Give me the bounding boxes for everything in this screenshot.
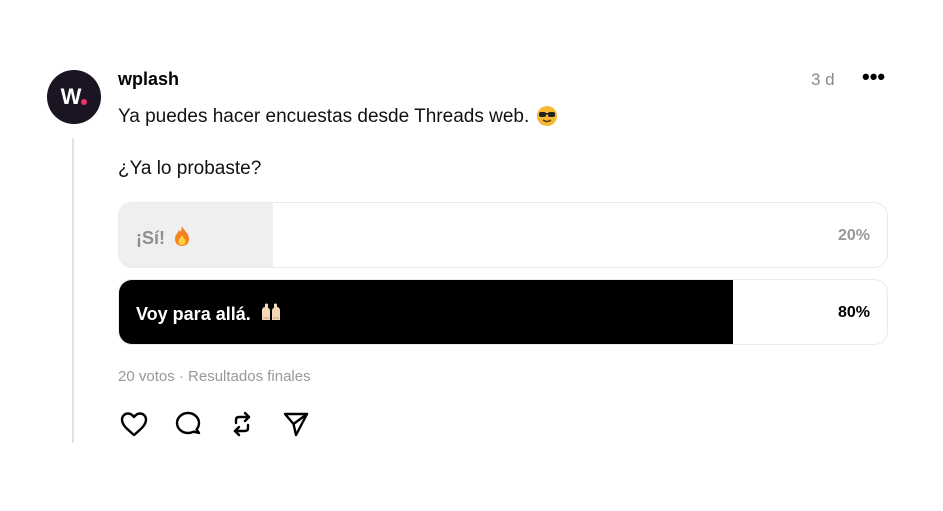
poll-option-2-label: Voy para allá. bbox=[136, 304, 251, 324]
action-bar bbox=[118, 408, 312, 440]
poll-option-1-percent: 20% bbox=[837, 227, 870, 244]
poll-option-2[interactable]: Voy para allá. 80% bbox=[118, 279, 888, 345]
post-text-line1: Ya puedes hacer encuestas desde Threads … bbox=[118, 104, 559, 130]
avatar[interactable]: W bbox=[47, 70, 101, 124]
poll-option-1-label: ¡Sí! bbox=[136, 228, 165, 248]
send-icon[interactable] bbox=[280, 408, 312, 440]
comment-icon[interactable] bbox=[172, 408, 204, 440]
sunglasses-emoji-icon bbox=[535, 104, 559, 130]
avatar-logo-dot bbox=[81, 99, 88, 105]
raising-hands-emoji-icon bbox=[259, 302, 283, 327]
fire-emoji-icon bbox=[173, 225, 191, 252]
poll-option-2-label-wrap: Voy para allá. bbox=[136, 302, 283, 327]
poll-option-2-percent: 80% bbox=[837, 304, 870, 321]
avatar-logo: W bbox=[60, 84, 82, 109]
poll-option-1-label-wrap: ¡Sí! bbox=[136, 225, 191, 252]
poll-summary: 20 votos · Resultados finales bbox=[118, 368, 311, 385]
post-text: Ya puedes hacer encuestas desde Threads … bbox=[118, 106, 530, 128]
heart-icon[interactable] bbox=[118, 408, 150, 440]
poll-option-1[interactable]: ¡Sí! 20% bbox=[118, 202, 888, 268]
repost-icon[interactable] bbox=[226, 408, 258, 440]
more-options-icon[interactable]: ••• bbox=[862, 64, 885, 90]
post-time[interactable]: 3 d bbox=[811, 70, 835, 90]
username[interactable]: wplash bbox=[118, 69, 179, 90]
thread-line bbox=[72, 138, 74, 443]
post-text-line2: ¿Ya lo probaste? bbox=[118, 158, 262, 179]
